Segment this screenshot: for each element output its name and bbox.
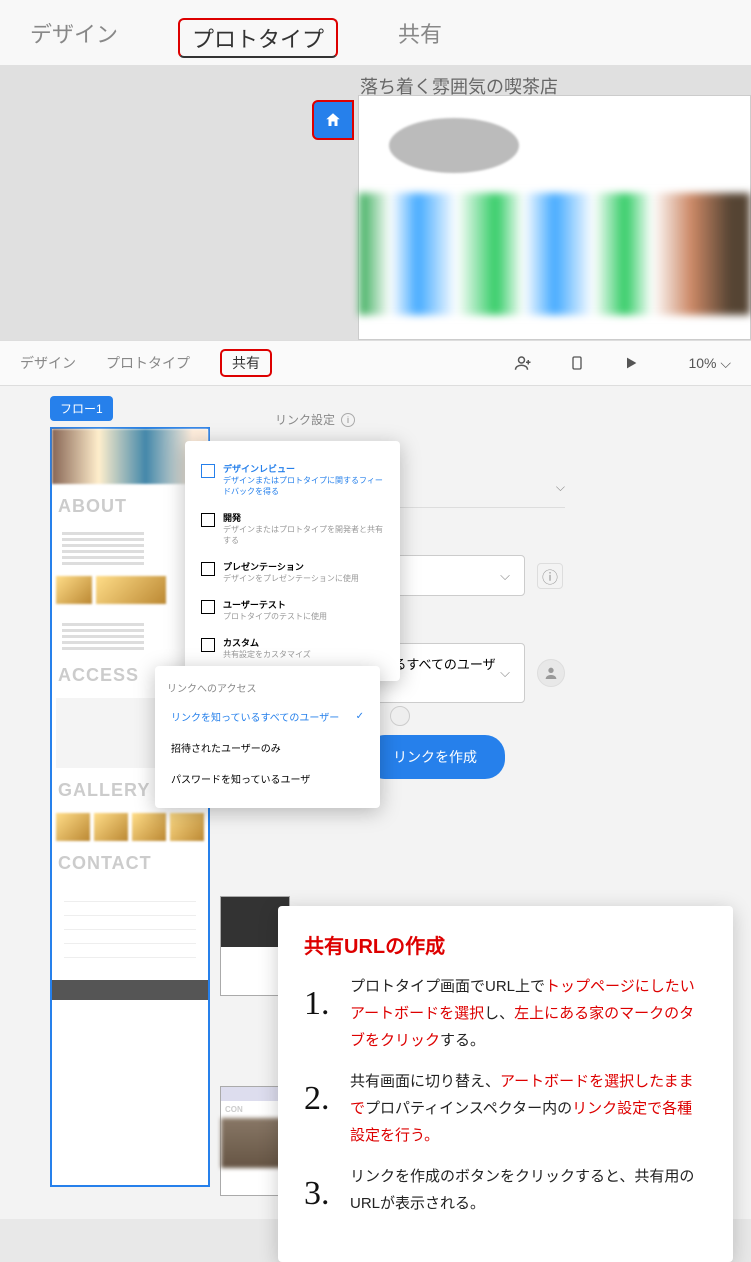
hero-image [359, 193, 750, 315]
tab-design-lower[interactable]: デザイン [20, 353, 76, 373]
info-icon-secondary[interactable]: ⓘ [537, 563, 563, 589]
access-popover-label: リンクへのアクセス [167, 680, 368, 695]
step-text: プロトタイプ画面でURL上でトップページにしたいアートボードを選択し、左上にある… [350, 973, 707, 1054]
tab-share-lower[interactable]: 共有 [220, 349, 272, 377]
check-icon: ✓ [356, 711, 364, 722]
invite-icon[interactable] [511, 351, 535, 375]
popover-item-usertest[interactable]: ユーザーテストプロトタイプのテストに使用 [197, 591, 388, 629]
tab-share-top[interactable]: 共有 [398, 17, 442, 59]
logo-placeholder [389, 118, 519, 173]
flow-chip[interactable]: フロー1 [50, 396, 113, 421]
chevron-down-icon: ⌵ [500, 665, 510, 681]
step-number: 1. [304, 973, 340, 1054]
access-popover: リンクへのアクセス リンクを知っているすべてのユーザー✓ 招待されたユーザーのみ… [155, 666, 380, 808]
step-number: 2. [304, 1068, 340, 1149]
section-contact: CONTACT [52, 845, 208, 882]
popover-item-develop[interactable]: 開発デザインまたはプロトタイプを開発者と共有する [197, 504, 388, 553]
home-flag-button[interactable] [312, 100, 354, 140]
popover-item-design-review[interactable]: デザインレビューデザインまたはプロトタイプに関するフィードバックを得る [197, 455, 388, 504]
home-icon [324, 111, 342, 129]
step-text: 共有画面に切り替え、アートボードを選択したままでプロパティインスペクター内のリン… [350, 1068, 707, 1149]
custom-icon [201, 638, 215, 652]
popover-item-custom[interactable]: カスタム共有設定をカスタマイズ [197, 629, 388, 667]
user-icon [390, 706, 410, 726]
artboard-preview[interactable] [358, 95, 751, 340]
mobile-preview-icon[interactable] [565, 351, 589, 375]
tab-prototype[interactable]: プロトタイプ [178, 18, 338, 58]
tab-design[interactable]: デザイン [30, 17, 118, 59]
canvas-area: 落ち着く雰囲気の喫茶店 [0, 65, 751, 340]
view-setting-popover: デザインレビューデザインまたはプロトタイプに関するフィードバックを得る 開発デザ… [185, 441, 400, 681]
instruction-step: 1.プロトタイプ画面でURL上でトップページにしたいアートボードを選択し、左上に… [304, 973, 707, 1054]
review-icon [201, 464, 215, 478]
zoom-level[interactable]: 10% ⌵ [688, 355, 731, 372]
play-icon[interactable] [619, 351, 643, 375]
step-number: 3. [304, 1163, 340, 1224]
access-row-invited[interactable]: 招待されたユーザーのみ [167, 732, 368, 763]
top-tabs: デザイン プロトタイプ 共有 [0, 0, 751, 65]
lower-panel: デザイン プロトタイプ 共有 10% ⌵ フロー1 IKANJI CA ABOU… [0, 341, 751, 1219]
access-row-everyone[interactable]: リンクを知っているすべてのユーザー✓ [167, 701, 368, 732]
chevron-down-icon: ⌵ [500, 568, 510, 584]
instruction-title: 共有URLの作成 [304, 930, 707, 959]
instruction-step: 3.リンクを作成のボタンをクリックすると、共有用のURLが表示される。 [304, 1163, 707, 1224]
presentation-icon [201, 562, 215, 576]
chevron-down-icon: ⌵ [720, 355, 731, 371]
step-text: リンクを作成のボタンをクリックすると、共有用のURLが表示される。 [350, 1163, 707, 1224]
access-row-password[interactable]: パスワードを知っているユーザ [167, 763, 368, 794]
link-settings-label: リンク設定i [275, 411, 731, 428]
add-user-button[interactable] [537, 659, 565, 687]
popover-item-presentation[interactable]: プレゼンテーションデザインをプレゼンテーションに使用 [197, 553, 388, 591]
usertest-icon [201, 600, 215, 614]
top-panel: デザイン プロトタイプ 共有 落ち着く雰囲気の喫茶店 [0, 0, 751, 341]
chevron-down-icon: ⌵ [556, 480, 565, 495]
lower-tabs: デザイン プロトタイプ 共有 10% ⌵ [0, 341, 751, 386]
info-icon[interactable]: i [341, 413, 355, 427]
instruction-card: 共有URLの作成 1.プロトタイプ画面でURL上でトップページにしたいアートボー… [278, 906, 733, 1262]
create-link-button[interactable]: リンクを作成 [365, 735, 505, 779]
develop-icon [201, 513, 215, 527]
tab-prototype-lower[interactable]: プロトタイプ [106, 353, 190, 373]
instruction-step: 2.共有画面に切り替え、アートボードを選択したままでプロパティインスペクター内の… [304, 1068, 707, 1149]
